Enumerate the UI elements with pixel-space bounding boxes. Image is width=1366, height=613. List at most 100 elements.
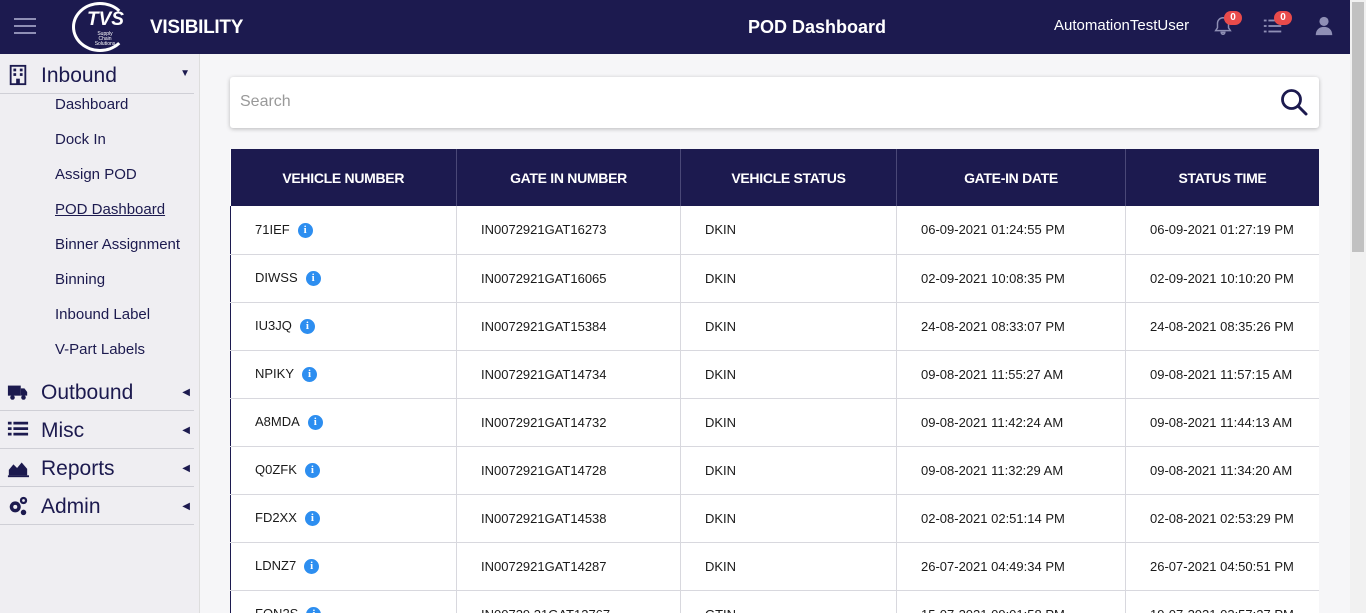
cell-status-time: 09-08-2021 11:57:15 AM (1125, 350, 1319, 399)
sidebar-item-dashboard[interactable]: Dashboard (55, 96, 128, 113)
caret-left-icon: ◀ (182, 463, 190, 474)
list-icon (7, 421, 29, 436)
cell-vehicle-status-text: DKIN (705, 462, 737, 478)
cell-gate-in-number-text: IN0072921GAT14287 (481, 558, 607, 574)
cell-vehicle-status-text: DKIN (705, 318, 737, 334)
sidebar-item-v-part-labels[interactable]: V-Part Labels (55, 341, 145, 358)
info-icon[interactable]: i (307, 415, 323, 431)
column-header-vehicle-status[interactable]: VEHICLE STATUS (680, 149, 897, 206)
cell-gate-in-date: 02-09-2021 10:08:35 PM (896, 254, 1126, 303)
table-row[interactable]: NPIKY i IN0072921GAT14734 DKIN 09-08-2021 11… (230, 350, 1319, 399)
info-icon[interactable]: i (304, 511, 320, 527)
table-row[interactable]: FON2S i IN00729 21GAT13767 GTIN 15-07-2021 0… (230, 590, 1319, 613)
cell-gate-in-date: 06-09-2021 01:24:55 PM (896, 206, 1126, 255)
info-icon[interactable]: i (297, 222, 313, 238)
cell-vehicle-number-text[interactable]: FD2XX (255, 510, 297, 525)
cell-status-time: 09-08-2021 11:44:13 AM (1125, 398, 1319, 447)
sidebar-item-binning[interactable]: Binning (55, 271, 105, 288)
app-name: VISIBILITY (150, 17, 244, 38)
cell-gate-in-date-text: 24-08-2021 08:33:07 PM (921, 318, 1065, 334)
nav-section-outbound[interactable]: Outbound ◀ (0, 373, 194, 411)
cell-vehicle-status: DKIN (680, 254, 897, 303)
hamburger-icon[interactable] (14, 18, 36, 36)
cell-vehicle-number-text[interactable]: DIWSS (255, 270, 298, 285)
cell-status-time: 24-08-2021 08:35:26 PM (1125, 302, 1319, 351)
sidebar-item-dock-in[interactable]: Dock In (55, 131, 106, 148)
cell-gate-in-number-text: IN0072921GAT16065 (481, 270, 607, 286)
caret-left-icon: ◀ (182, 501, 190, 512)
sidebar-item-binner-assignment[interactable]: Binner Assignment (55, 236, 180, 253)
cell-vehicle-number: LDNZ7 i (230, 542, 457, 591)
column-header-status-time[interactable]: STATUS TIME (1125, 149, 1319, 206)
main-content: VEHICLE NUMBER GATE IN NUMBER VEHICLE ST… (200, 54, 1350, 613)
search-input[interactable] (240, 88, 1260, 116)
table-row[interactable]: 71IEF i IN0072921GAT16273 DKIN 06-09-2021 01… (230, 206, 1319, 255)
cell-gate-in-date-text: 09-08-2021 11:32:29 AM (921, 462, 1064, 478)
cell-status-time: 02-08-2021 02:53:29 PM (1125, 494, 1319, 543)
cell-gate-in-date: 02-08-2021 02:51:14 PM (896, 494, 1126, 543)
cell-gate-in-number-text: IN0072921GAT14728 (481, 462, 607, 478)
top-header: TVS Supply Chain Solutions VISIBILITY PO… (0, 0, 1350, 54)
cell-vehicle-number-text[interactable]: A8MDA (255, 414, 300, 429)
nav-section-reports[interactable]: Reports ◀ (0, 449, 194, 487)
cell-gate-in-number-text: IN0072921GAT14732 (481, 414, 607, 430)
sidebar-item-assign-pod[interactable]: Assign POD (55, 166, 137, 183)
column-header-vehicle-number[interactable]: VEHICLE NUMBER (230, 149, 457, 206)
info-icon[interactable]: i (306, 607, 322, 613)
cell-status-time-text: 24-08-2021 08:35:26 PM (1150, 318, 1294, 334)
cell-gate-in-date: 09-08-2021 11:55:27 AM (896, 350, 1126, 399)
cell-gate-in-number: IN0072921GAT14728 (456, 446, 681, 495)
info-icon[interactable]: i (304, 463, 320, 479)
table-row[interactable]: FD2XX i IN0072921GAT14538 DKIN 02-08-2021 02… (230, 494, 1319, 543)
notifications-button[interactable]: 0 (1212, 11, 1242, 39)
username[interactable]: AutomationTestUser (1054, 17, 1189, 34)
scrollbar-thumb[interactable] (1352, 2, 1364, 252)
cell-vehicle-number-text[interactable]: 71IEF (255, 222, 290, 237)
cell-vehicle-number: 71IEF i (230, 206, 457, 255)
sidebar-item-inbound-label[interactable]: Inbound Label (55, 306, 150, 323)
logo-text: TVS (87, 9, 124, 30)
cell-status-time: 19-07-2021 02:57:27 PM (1125, 590, 1319, 613)
column-header-gate-in-date[interactable]: GATE-IN DATE (896, 149, 1126, 206)
cell-status-time: 09-08-2021 11:34:20 AM (1125, 446, 1319, 495)
info-icon[interactable]: i (304, 559, 320, 575)
cell-vehicle-status-text: DKIN (705, 510, 737, 526)
cell-vehicle-number-text[interactable]: NPIKY (255, 366, 294, 381)
info-icon[interactable]: i (305, 271, 321, 287)
caret-down-icon: ▼ (180, 68, 190, 79)
page-scrollbar[interactable] (1350, 0, 1366, 613)
cell-vehicle-status-text: GTIN (705, 607, 736, 613)
cell-gate-in-date-text: 02-09-2021 10:08:35 PM (921, 270, 1065, 286)
cell-vehicle-number-text[interactable]: IU3JQ (255, 318, 292, 333)
cell-gate-in-date: 09-08-2021 11:32:29 AM (896, 446, 1126, 495)
nav-label-admin: Admin (41, 495, 101, 518)
table-row[interactable]: Q0ZFK i IN0072921GAT14728 DKIN 09-08-2021 11… (230, 446, 1319, 495)
cell-gate-in-number-text: IN0072921GAT16273 (481, 222, 607, 238)
nav-section-inbound[interactable]: Inbound ▼ (0, 56, 194, 94)
tvs-logo[interactable]: TVS Supply Chain Solutions (72, 2, 128, 52)
info-icon[interactable]: i (299, 319, 315, 335)
cell-vehicle-number-text[interactable]: LDNZ7 (255, 558, 296, 573)
user-menu-button[interactable] (1313, 15, 1337, 39)
cell-status-time: 02-09-2021 10:10:20 PM (1125, 254, 1319, 303)
tasks-button[interactable]: 0 (1262, 11, 1292, 39)
table-row[interactable]: A8MDA i IN0072921GAT14732 DKIN 09-08-2021 11… (230, 398, 1319, 447)
cell-vehicle-status: DKIN (680, 542, 897, 591)
cell-vehicle-number: NPIKY i (230, 350, 457, 399)
cell-status-time: 06-09-2021 01:27:19 PM (1125, 206, 1319, 255)
table-row[interactable]: DIWSS i IN0072921GAT16065 DKIN 02-09-2021 10… (230, 254, 1319, 303)
cell-vehicle-number: Q0ZFK i (230, 446, 457, 495)
sidebar-item-pod-dashboard[interactable]: POD Dashboard (55, 201, 165, 218)
cell-status-time-text: 02-09-2021 10:10:20 PM (1150, 270, 1294, 286)
table-row[interactable]: IU3JQ i IN0072921GAT15384 DKIN 24-08-2021 08… (230, 302, 1319, 351)
tasks-badge: 0 (1274, 11, 1292, 25)
nav-section-misc[interactable]: Misc ◀ (0, 411, 194, 449)
cell-vehicle-number-text[interactable]: FON2S (255, 606, 298, 613)
search-icon[interactable] (1279, 87, 1309, 117)
cell-vehicle-number-text[interactable]: Q0ZFK (255, 462, 297, 477)
truck-icon (7, 385, 28, 400)
table-row[interactable]: LDNZ7 i IN0072921GAT14287 DKIN 26-07-2021 04… (230, 542, 1319, 591)
info-icon[interactable]: i (302, 367, 318, 383)
nav-section-admin[interactable]: Admin ◀ (0, 487, 194, 525)
column-header-gate-in-number[interactable]: GATE IN NUMBER (456, 149, 681, 206)
